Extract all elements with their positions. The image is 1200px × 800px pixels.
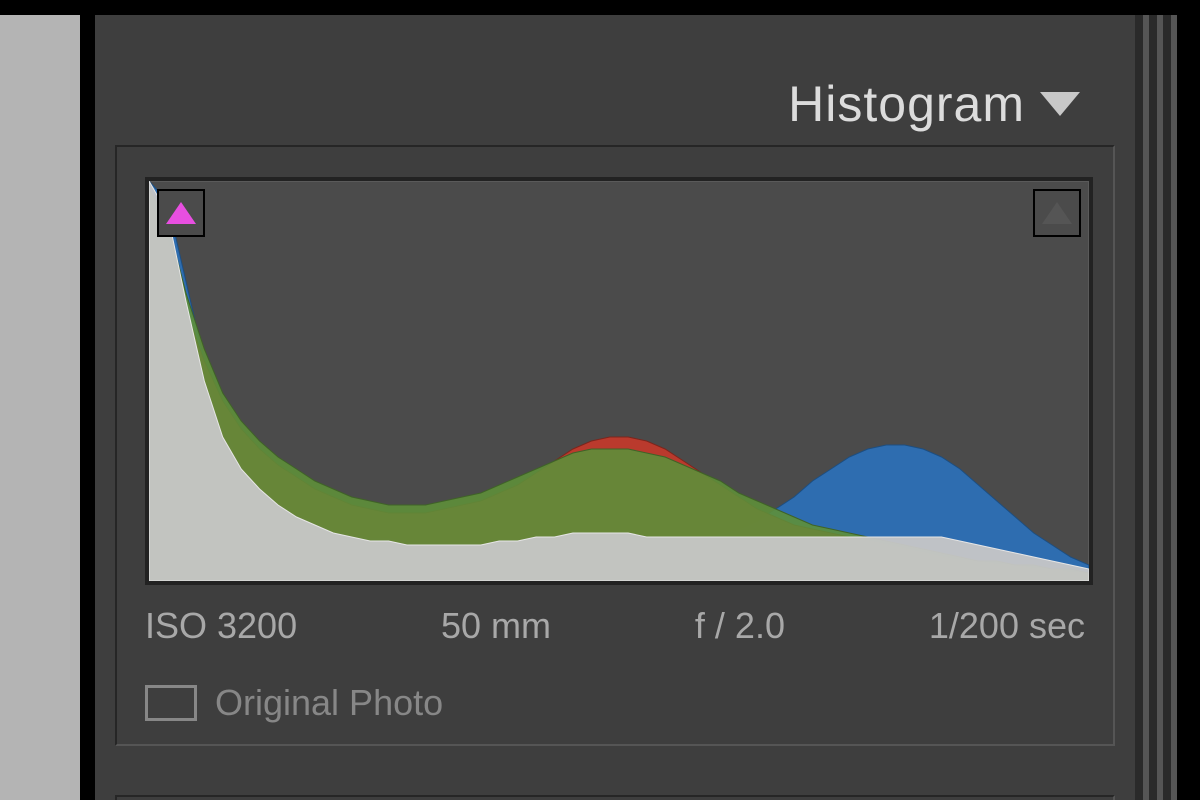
original-photo-label: Original Photo — [215, 682, 443, 724]
exif-row: ISO 3200 50 mm f / 2.0 1/200 sec — [145, 605, 1085, 647]
exif-focal[interactable]: 50 mm — [441, 605, 551, 647]
histogram-panel: Histogram ISO 3200 50 mm f / 2.0 1/200 s… — [95, 15, 1135, 800]
histogram-chart[interactable] — [145, 177, 1093, 585]
triangle-up-icon — [1042, 202, 1072, 224]
original-photo-row[interactable]: Original Photo — [145, 682, 1085, 724]
collapse-icon[interactable] — [1040, 92, 1080, 116]
histogram-panel-body: ISO 3200 50 mm f / 2.0 1/200 sec Origina… — [115, 145, 1115, 746]
exif-aperture[interactable]: f / 2.0 — [695, 605, 785, 647]
panel-right-edge[interactable] — [1135, 15, 1200, 800]
next-panel-top — [115, 795, 1115, 800]
panel-title: Histogram — [788, 75, 1025, 133]
exif-shutter[interactable]: 1/200 sec — [929, 605, 1085, 647]
triangle-up-icon — [166, 202, 196, 224]
highlight-clipping-indicator[interactable] — [1033, 189, 1081, 237]
exif-iso[interactable]: ISO 3200 — [145, 605, 297, 647]
histogram-svg — [149, 181, 1089, 581]
rectangle-icon — [145, 685, 197, 721]
left-gutter — [0, 15, 80, 800]
shadow-clipping-indicator[interactable] — [157, 189, 205, 237]
